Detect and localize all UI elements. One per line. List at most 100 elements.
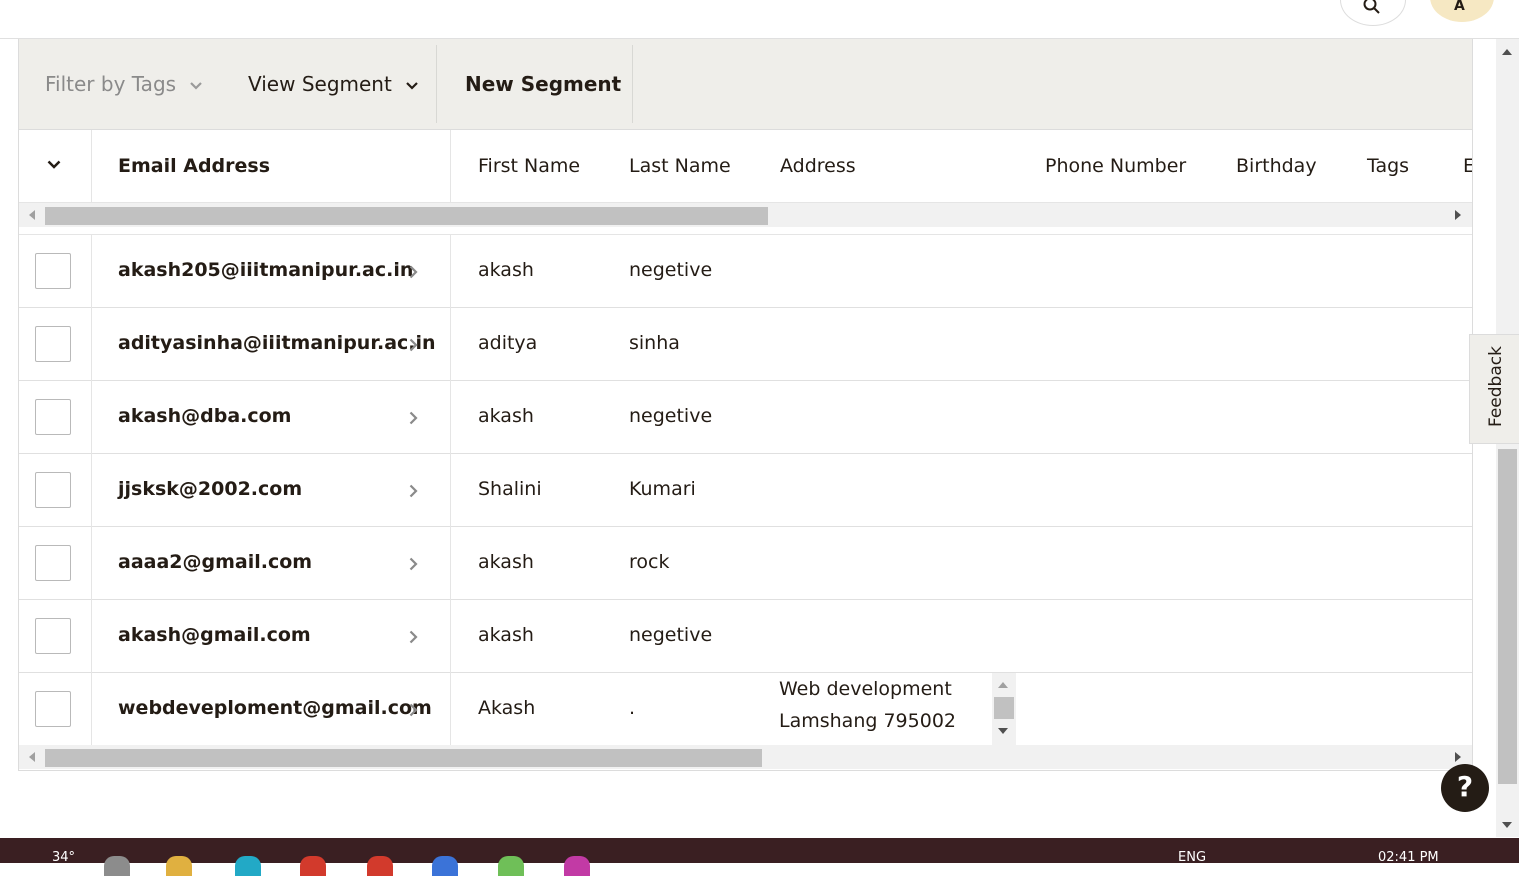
- column-header-email[interactable]: Email Address: [118, 155, 270, 177]
- new-segment-button[interactable]: New Segment: [465, 72, 621, 96]
- toolbar-divider: [632, 45, 633, 123]
- contact-first-name: akash: [478, 624, 534, 646]
- table-row[interactable]: aaaa2@gmail.com akash rock: [19, 527, 1472, 600]
- chevron-right-icon[interactable]: [409, 338, 418, 352]
- email-cell: aaaa2@gmail.com: [91, 527, 451, 600]
- scroll-down-arrow-icon[interactable]: [998, 728, 1008, 734]
- contact-last-name: Kumari: [629, 478, 696, 500]
- table-horizontal-scrollbar[interactable]: [19, 745, 1472, 769]
- chevron-right-icon[interactable]: [409, 265, 418, 279]
- contact-last-name: rock: [629, 551, 670, 573]
- scroll-down-arrow-icon[interactable]: [1502, 822, 1512, 828]
- column-header-tags[interactable]: Tags: [1367, 155, 1409, 177]
- scrollbar-thumb[interactable]: [45, 207, 768, 225]
- table-row[interactable]: jjsksk@2002.com Shalini Kumari: [19, 454, 1472, 527]
- feedback-label: Feedback: [1486, 346, 1506, 427]
- help-button[interactable]: ?: [1441, 764, 1489, 812]
- contact-first-name: Akash: [478, 697, 536, 719]
- row-select-cell: [19, 235, 92, 308]
- toolbar-divider: [436, 45, 437, 123]
- scrollbar-thumb[interactable]: [1498, 449, 1517, 784]
- contact-email[interactable]: akash205@iiitmanipur.ac.in: [118, 259, 413, 281]
- table-row[interactable]: webdeveploment@gmail.com Akash . Web dev…: [19, 673, 1472, 745]
- chevron-right-icon[interactable]: [409, 411, 418, 425]
- row-select-cell: [19, 381, 92, 454]
- header-horizontal-scrollbar[interactable]: [19, 203, 1472, 227]
- avatar[interactable]: A: [1430, 0, 1494, 22]
- table-row[interactable]: adityasinha@iiitmanipur.ac.in aditya sin…: [19, 308, 1472, 381]
- app-icon[interactable]: [104, 856, 130, 876]
- table-row[interactable]: akash205@iiitmanipur.ac.in akash negetiv…: [19, 235, 1472, 308]
- email-cell: adityasinha@iiitmanipur.ac.in: [91, 308, 451, 381]
- chevron-right-icon[interactable]: [409, 703, 418, 717]
- scrollbar-thumb[interactable]: [45, 749, 762, 767]
- app-icon[interactable]: [498, 856, 524, 876]
- contact-email[interactable]: webdeveploment@gmail.com: [118, 697, 432, 719]
- chrome-browser-icon[interactable]: [432, 856, 458, 876]
- chevron-right-icon[interactable]: [409, 630, 418, 644]
- contact-first-name: akash: [478, 405, 534, 427]
- column-header-first-name[interactable]: First Name: [478, 155, 580, 177]
- scroll-up-arrow-icon[interactable]: [1502, 49, 1512, 55]
- audience-table-panel: Filter by Tags View Segment New Segment …: [18, 39, 1473, 771]
- filter-by-tags-dropdown[interactable]: Filter by Tags: [45, 72, 203, 96]
- address-vertical-scrollbar[interactable]: [992, 673, 1016, 745]
- row-checkbox[interactable]: [35, 545, 71, 581]
- row-checkbox[interactable]: [35, 618, 71, 654]
- contact-first-name: akash: [478, 259, 534, 281]
- address-line: Web development: [779, 678, 952, 700]
- chevron-right-icon[interactable]: [409, 557, 418, 571]
- scroll-left-arrow-icon[interactable]: [29, 752, 35, 762]
- top-bar: A: [0, 0, 1519, 39]
- scroll-up-arrow-icon[interactable]: [998, 682, 1008, 688]
- file-explorer-icon[interactable]: [166, 856, 192, 876]
- scrollbar-thumb[interactable]: [994, 697, 1014, 719]
- filter-by-tags-label: Filter by Tags: [45, 72, 177, 96]
- table-header: Email Address First Name Last Name Addre…: [19, 130, 1472, 203]
- email-cell: akash205@iiitmanipur.ac.in: [91, 235, 451, 308]
- contact-email[interactable]: jjsksk@2002.com: [118, 478, 302, 500]
- row-checkbox[interactable]: [35, 253, 71, 289]
- row-select-cell: [19, 454, 92, 527]
- edge-browser-icon[interactable]: [235, 856, 261, 876]
- contact-last-name: negetive: [629, 624, 713, 646]
- email-cell: akash@gmail.com: [91, 600, 451, 673]
- contact-last-name: negetive: [629, 405, 713, 427]
- view-segment-label: View Segment: [248, 72, 392, 96]
- row-checkbox[interactable]: [35, 326, 71, 362]
- column-header-last-name[interactable]: Last Name: [629, 155, 731, 177]
- app-icon[interactable]: [300, 856, 326, 876]
- chevron-down-icon: [47, 160, 61, 169]
- scroll-right-arrow-icon[interactable]: [1455, 752, 1461, 762]
- address-textarea[interactable]: Web development Lamshang 795002: [779, 673, 1015, 745]
- email-cell: akash@dba.com: [91, 381, 451, 454]
- os-taskbar: 34° ENG 02:41 PM: [0, 838, 1519, 876]
- chevron-right-icon[interactable]: [409, 484, 418, 498]
- contact-rows: akash205@iiitmanipur.ac.in akash negetiv…: [19, 234, 1472, 745]
- scroll-left-arrow-icon[interactable]: [29, 210, 35, 220]
- contact-email[interactable]: adityasinha@iiitmanipur.ac.in: [118, 332, 436, 354]
- scroll-right-arrow-icon[interactable]: [1455, 210, 1461, 220]
- app-icon[interactable]: [564, 856, 590, 876]
- row-checkbox[interactable]: [35, 691, 71, 727]
- table-row[interactable]: akash@dba.com akash negetive: [19, 381, 1472, 454]
- column-header-birthday[interactable]: Birthday: [1236, 155, 1317, 177]
- feedback-tab[interactable]: Feedback: [1469, 334, 1519, 444]
- row-checkbox[interactable]: [35, 399, 71, 435]
- row-checkbox[interactable]: [35, 472, 71, 508]
- contact-email[interactable]: akash@dba.com: [118, 405, 291, 427]
- help-icon: ?: [1456, 770, 1474, 803]
- contact-email[interactable]: akash@gmail.com: [118, 624, 311, 646]
- search-button[interactable]: [1340, 0, 1406, 26]
- app-icon[interactable]: [367, 856, 393, 876]
- column-header-phone[interactable]: Phone Number: [1045, 155, 1186, 177]
- select-all-dropdown[interactable]: [19, 130, 92, 202]
- contact-email[interactable]: aaaa2@gmail.com: [118, 551, 312, 573]
- column-header-partial[interactable]: E: [1463, 155, 1472, 177]
- chevron-down-icon: [406, 81, 418, 90]
- table-row[interactable]: akash@gmail.com akash negetive: [19, 600, 1472, 673]
- column-header-address[interactable]: Address: [780, 155, 856, 177]
- avatar-initial: A: [1454, 0, 1465, 14]
- view-segment-dropdown[interactable]: View Segment: [248, 72, 418, 96]
- row-select-cell: [19, 308, 92, 381]
